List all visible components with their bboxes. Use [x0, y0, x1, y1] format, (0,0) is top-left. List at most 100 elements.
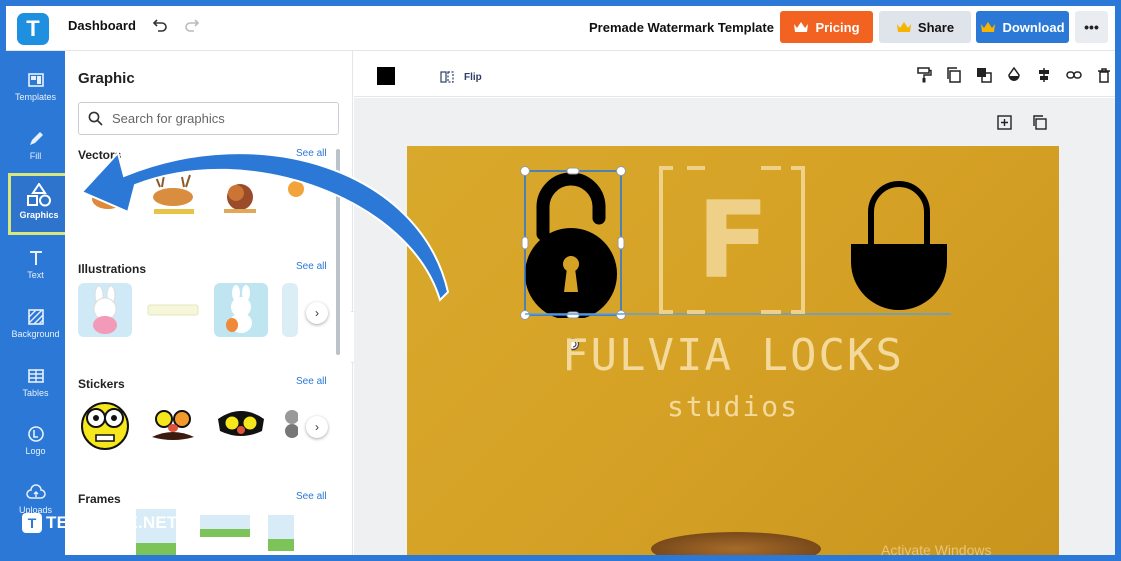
- tables-icon: [27, 369, 44, 383]
- rail-label-templates: Templates: [14, 92, 57, 102]
- see-all-illustrations[interactable]: See all: [296, 261, 327, 272]
- duplicate-icon[interactable]: [946, 67, 962, 83]
- illustration-thumbnail[interactable]: [146, 283, 200, 337]
- stickers-row: [78, 395, 318, 453]
- canvas-workspace[interactable]: F FULVIA LOCKS studios Activate Windows: [354, 98, 1115, 555]
- delete-icon[interactable]: [1096, 67, 1112, 83]
- rail-item-text[interactable]: Text: [6, 239, 65, 295]
- template-net-brand: TEMPLATE.NET: [46, 513, 178, 532]
- selection-box[interactable]: [520, 166, 630, 352]
- brand-name[interactable]: FULVIA LOCKS: [407, 330, 1059, 381]
- page-tools: [997, 115, 1047, 135]
- crown-icon: [981, 22, 996, 32]
- share-label: Share: [917, 19, 955, 35]
- stickers-next-icon[interactable]: ›: [306, 416, 328, 438]
- panel-title: Graphic: [78, 70, 135, 87]
- top-bar: T Dashboard Premade Watermark Template P…: [6, 6, 1115, 51]
- brand-subtitle[interactable]: studios: [407, 390, 1059, 423]
- flip-label: Flip: [464, 71, 482, 83]
- pricing-label: Pricing: [815, 19, 860, 35]
- vector-thumbnail[interactable]: [214, 169, 268, 223]
- search-input[interactable]: [112, 111, 322, 126]
- graphics-icon: [27, 183, 51, 207]
- vector-thumbnail[interactable]: [146, 169, 200, 223]
- closed-padlock-graphic[interactable]: [847, 180, 951, 316]
- crown-icon: [794, 22, 809, 32]
- illustration-thumbnail[interactable]: [214, 283, 268, 337]
- link-icon[interactable]: [1066, 67, 1082, 83]
- see-all-frames[interactable]: See all: [296, 491, 327, 502]
- uploads-icon: [25, 484, 46, 499]
- rail-item-fill[interactable]: Fill: [6, 120, 65, 176]
- undo-icon[interactable]: [152, 17, 168, 38]
- sticker-thumbnail[interactable]: [146, 397, 200, 451]
- document-title[interactable]: Premade Watermark Template: [589, 20, 774, 35]
- frame-thumbnail[interactable]: [266, 505, 296, 555]
- rail-item-logo[interactable]: Logo: [6, 415, 65, 471]
- flip-icon: [440, 71, 454, 83]
- illustration-thumbnail[interactable]: [282, 283, 298, 337]
- background-icon: [27, 309, 44, 325]
- opacity-icon[interactable]: [1006, 66, 1022, 83]
- monogram-letter[interactable]: F: [657, 166, 809, 316]
- duplicate-page-icon[interactable]: [1032, 115, 1047, 135]
- section-title-illustrations: Illustrations: [78, 262, 147, 276]
- flip-button[interactable]: Flip: [440, 70, 482, 84]
- align-icon[interactable]: [1036, 67, 1052, 83]
- sticker-thumbnail[interactable]: [214, 397, 268, 451]
- search-box[interactable]: [78, 102, 339, 135]
- section-title-stickers: Stickers: [78, 377, 125, 391]
- rail-item-background[interactable]: Background: [6, 298, 65, 354]
- rail-label-text: Text: [27, 270, 44, 280]
- left-rail: Templates Fill Graphics Text Background …: [6, 51, 70, 555]
- sticker-thumbnail[interactable]: [282, 397, 299, 451]
- rail-label-background: Background: [11, 329, 60, 339]
- download-button[interactable]: Download: [976, 11, 1069, 43]
- dashboard-link[interactable]: Dashboard: [68, 18, 136, 33]
- vector-thumbnail[interactable]: [78, 169, 132, 223]
- template-net-logo-mark: T: [22, 513, 42, 533]
- rail-label-logo: Logo: [25, 446, 46, 456]
- design-canvas[interactable]: F FULVIA LOCKS studios Activate Windows: [407, 146, 1059, 555]
- illustration-thumbnail[interactable]: [78, 283, 132, 337]
- pedestal-photo: [651, 532, 821, 555]
- template-net-logo: T TEMPLATE.NET: [22, 513, 177, 533]
- download-label: Download: [1002, 19, 1065, 35]
- rail-item-graphics[interactable]: Graphics: [8, 173, 70, 235]
- search-icon: [88, 111, 103, 126]
- toolbar-icons: [916, 66, 1112, 83]
- panel-scrollbar[interactable]: [336, 149, 340, 355]
- color-swatch[interactable]: [377, 67, 395, 85]
- graphic-panel: Graphic Vectors See all Illustrations Se…: [65, 51, 353, 555]
- frame-thumbnail[interactable]: [198, 505, 252, 555]
- illustrations-next-icon[interactable]: ›: [306, 302, 328, 324]
- illustrations-row: [78, 281, 318, 339]
- layer-order-icon[interactable]: [976, 67, 992, 83]
- redo-icon[interactable]: [184, 17, 200, 38]
- vector-thumbnail[interactable]: [282, 169, 306, 223]
- pricing-button[interactable]: Pricing: [780, 11, 873, 43]
- text-icon: [29, 251, 42, 265]
- see-all-stickers[interactable]: See all: [296, 376, 327, 387]
- sticker-thumbnail[interactable]: [78, 397, 132, 451]
- app-logo[interactable]: T: [17, 13, 49, 45]
- fill-icon: [29, 132, 43, 145]
- templates-icon: [27, 73, 44, 87]
- rail-item-templates[interactable]: Templates: [6, 61, 65, 117]
- vectors-row: [78, 167, 318, 225]
- logo-icon: [27, 426, 44, 442]
- rail-item-tables[interactable]: Tables: [6, 357, 65, 413]
- element-toolbar: Flip: [354, 51, 1115, 97]
- app-window: T Dashboard Premade Watermark Template P…: [6, 6, 1115, 555]
- rail-label-graphics: Graphics: [19, 210, 59, 220]
- crown-icon: [896, 22, 911, 32]
- see-all-vectors[interactable]: See all: [296, 148, 327, 159]
- share-button[interactable]: Share: [879, 11, 971, 43]
- paint-roller-icon[interactable]: [916, 67, 932, 83]
- rail-label-fill: Fill: [29, 151, 42, 161]
- section-title-vectors: Vectors: [78, 148, 122, 162]
- more-options-button[interactable]: •••: [1075, 11, 1108, 43]
- rail-label-tables: Tables: [22, 388, 49, 398]
- activate-windows-watermark: Activate Windows: [881, 542, 992, 555]
- add-page-icon[interactable]: [997, 115, 1012, 135]
